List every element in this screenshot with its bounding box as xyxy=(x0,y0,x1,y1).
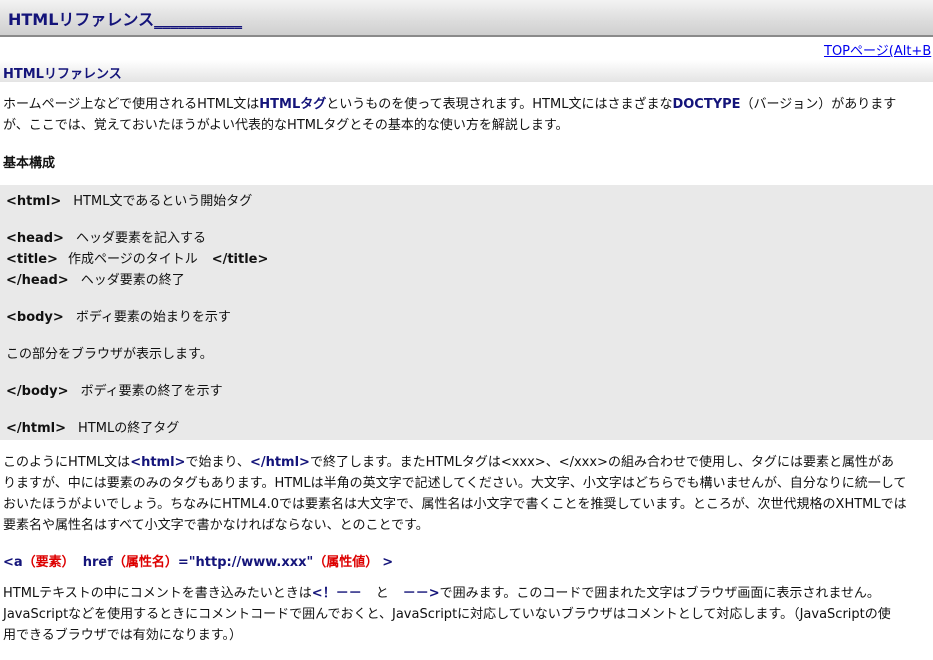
para-text: で始まり、 xyxy=(185,455,250,470)
para-text: で終了します。またHTMLタグは<xxx>、</xxx>の組み合わせで使用し、タ… xyxy=(309,455,894,470)
page: HTMLリファレンス___________ TOPページ(Alt+B HTMLリ… xyxy=(0,0,933,660)
comment-open-term: <！－－ xyxy=(311,586,362,601)
code-tag: </body> xyxy=(6,384,69,399)
html-tag-term: HTMLタグ xyxy=(259,97,327,112)
example-attribute-label: （属性名） xyxy=(112,555,178,570)
code-line-body-close: </body> ボディ要素の終了を示す xyxy=(6,380,223,399)
code-desc: ボディ要素の始まりを示す xyxy=(75,310,231,325)
para2-line-1: このようにHTML文は<html>で始まり、</html>で終了します。またHT… xyxy=(3,452,894,473)
para3-line-3: 用できるブラウザでは有効になります。） xyxy=(3,628,242,643)
code-desc: ボディ要素の終了を示す xyxy=(80,384,223,399)
code-tag: <head> xyxy=(6,231,64,246)
code-line-head-close: </head> ヘッダ要素の終了 xyxy=(6,269,185,288)
code-desc: ヘッダ要素を記入する xyxy=(75,231,206,246)
para3-line-1: HTMLテキストの中にコメントを書き込みたいときは<！－－ と －－>で囲みます。こ… xyxy=(3,583,880,604)
code-line-head: <head> ヘッダ要素を記入する xyxy=(6,227,206,246)
para-text: HTMLテキストの中にコメントを書き込みたいときは xyxy=(3,586,312,601)
top-page-link[interactable]: TOPページ(Alt+B xyxy=(824,40,931,59)
para2-line-3: おいたほうがよいでしょう。ちなみにHTML4.0では要素名は大文字で、属性名は小… xyxy=(3,497,907,512)
html-close-term: </html> xyxy=(249,455,310,470)
page-title-suffix: ___________ xyxy=(154,10,243,29)
code-tag: <body> xyxy=(6,310,64,325)
code-line-html-close: </html> HTMLの終了タグ xyxy=(6,417,179,436)
para2-line-4: 要素名や属性名はすべて小文字で書かなければならない、とのことです。 xyxy=(3,518,429,533)
para-text: このようにHTML文は xyxy=(3,455,131,470)
example-attribute: href xyxy=(82,555,113,570)
para-text: で囲みます。このコードで囲まれた文字はブラウザ画面に表示されません。 xyxy=(439,586,880,601)
para3-line-2: JavaScriptなどを使用するときにコメントコードで囲んでおくと、JavaS… xyxy=(3,607,891,622)
code-tag: </html> xyxy=(6,421,67,436)
code-desc: HTML文であるという開始タグ xyxy=(73,194,253,209)
para2-line-2: りますが、中には要素のみのタグもあります。HTMLは半角の英文字で記述してくださ… xyxy=(3,476,907,491)
top-link-row: TOPページ(Alt+B xyxy=(0,38,933,61)
example-value: ="http://www.xxx" xyxy=(177,555,314,570)
basic-structure-heading: 基本構成 xyxy=(3,156,56,171)
code-tag: <title> xyxy=(6,252,58,267)
code-tag: </head> xyxy=(6,273,69,288)
intro-line-1: ホームページ上などで使用されるHTML文はHTMLタグというものを使って表現され… xyxy=(3,94,896,115)
page-title: HTMLリファレンス___________ xyxy=(8,6,242,30)
intro-text: ホームページ上などで使用されるHTML文は xyxy=(3,97,260,112)
code-tag: </title> xyxy=(211,252,269,267)
example-close: > xyxy=(382,555,394,570)
code-line-body: <body> ボディ要素の始まりを示す xyxy=(6,306,231,325)
code-line-html: <html> HTML文であるという開始タグ xyxy=(6,190,252,209)
html-open-term: <html> xyxy=(130,455,186,470)
intro-text: （バージョン）があります xyxy=(740,97,897,112)
page-title-text: HTMLリファレンス xyxy=(8,10,155,29)
section-heading: HTMLリファレンス xyxy=(0,60,933,82)
code-block: <html> HTML文であるという開始タグ <head> ヘッダ要素を記入する <… xyxy=(0,185,933,440)
code-desc: ヘッダ要素の終了 xyxy=(80,273,185,288)
code-desc: 作成ページのタイトル xyxy=(67,252,198,267)
para-text: と xyxy=(375,586,389,601)
code-tag: <html> xyxy=(6,194,62,209)
intro-line-2: が、ここでは、覚えておいたほうがよい代表的なHTMLタグとその基本的な使い方を解… xyxy=(3,118,569,133)
anchor-example: <a（要素） href（属性名）="http://www.xxx"（属性値） > xyxy=(3,551,393,570)
section-heading-text: HTMLリファレンス xyxy=(3,67,122,82)
example-element-label: （要素） xyxy=(22,555,75,570)
doctype-term: DOCTYPE xyxy=(672,97,741,112)
intro-text: というものを使って表現されます。HTML文にはさまざまな xyxy=(326,97,673,112)
header-bar: HTMLリファレンス___________ xyxy=(0,0,933,37)
example-value-label: （属性値） xyxy=(313,555,379,570)
example-element: <a xyxy=(3,555,23,570)
code-line-title: <title> 作成ページのタイトル </title> xyxy=(6,248,268,267)
comment-close-term: －－> xyxy=(402,586,440,601)
code-desc: HTMLの終了タグ xyxy=(78,421,180,436)
code-line-browser: この部分をブラウザが表示します。 xyxy=(6,347,213,362)
